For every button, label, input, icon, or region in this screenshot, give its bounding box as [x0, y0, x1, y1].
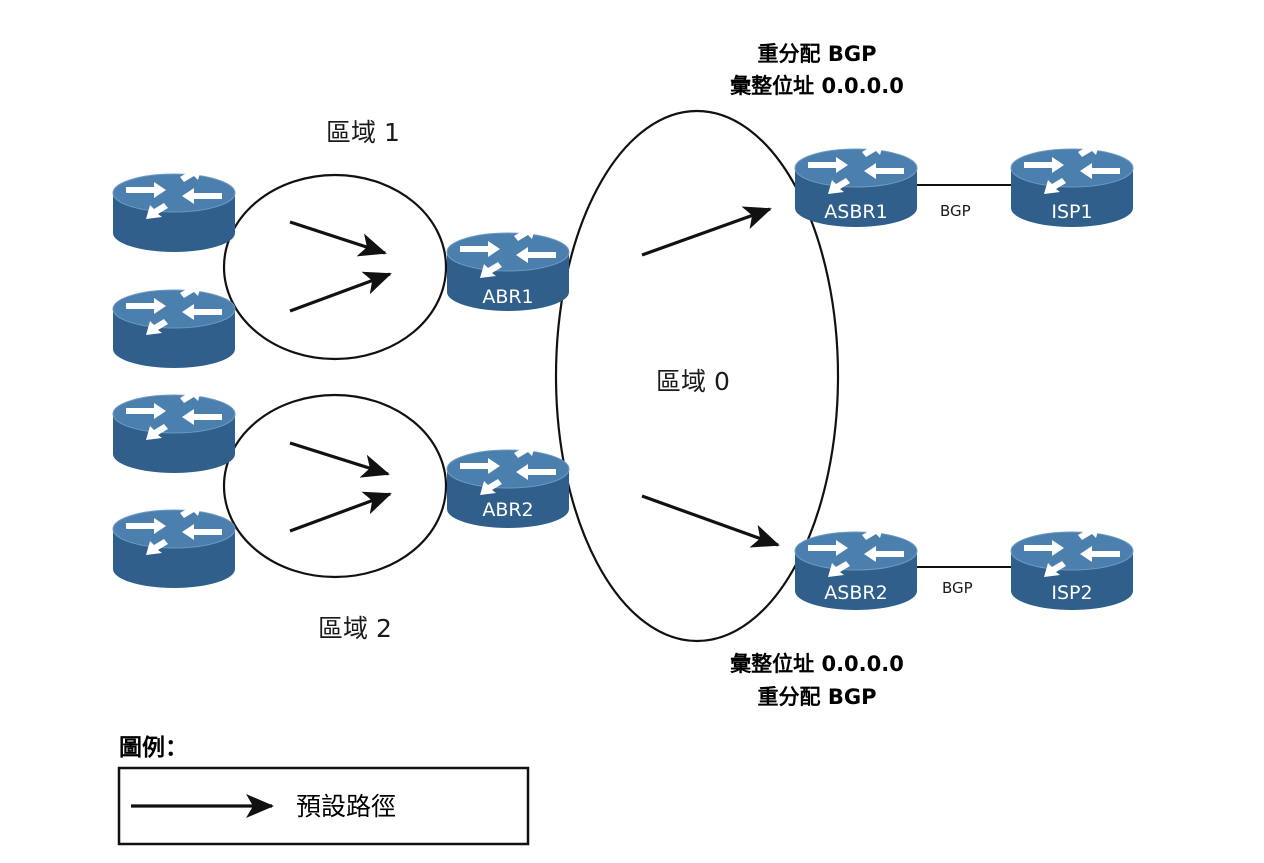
default-route-arrow	[289, 220, 387, 257]
abr1-router: ABR1	[446, 224, 570, 312]
bgp-label-bottom: BGP	[942, 579, 973, 597]
bgp-label-top: BGP	[940, 202, 971, 220]
note-bottom-summary: 彙整位址 0.0.0.0	[729, 652, 904, 676]
default-route-arrow	[641, 206, 772, 257]
default-route-arrow	[641, 494, 780, 548]
isp1-router: ISP1	[1010, 140, 1134, 228]
area2-boundary	[222, 393, 448, 579]
router-icon	[112, 281, 236, 369]
area1-boundary	[222, 173, 448, 361]
asbr2-label: ASBR2	[824, 582, 887, 604]
asbr2-router: ASBR2	[794, 523, 918, 611]
area0-label: 區域 0	[656, 367, 730, 396]
note-bottom-redistribute: 重分配 BGP	[758, 685, 877, 709]
abr2-label: ABR2	[482, 499, 533, 521]
abr1-label: ABR1	[482, 286, 533, 308]
default-route-arrow	[289, 441, 390, 478]
router-icon	[112, 165, 236, 253]
area1-label: 區域 1	[326, 118, 400, 147]
router-icon	[112, 501, 236, 589]
isp1-label: ISP1	[1051, 201, 1092, 223]
legend-default-route-label: 預設路徑	[296, 792, 396, 821]
default-route-arrow	[289, 271, 392, 313]
area2-label: 區域 2	[318, 614, 392, 643]
isp2-label: ISP2	[1051, 582, 1092, 604]
ospf-default-route-diagram: 區域 1 區域 2 區域 0 BGP BGP ABR1 ABR2 ASBR1 A…	[112, 42, 1134, 846]
asbr1-router: ASBR1	[794, 140, 918, 228]
asbr1-label: ASBR1	[824, 201, 887, 223]
legend-title: 圖例：	[119, 735, 188, 761]
router-icon	[112, 386, 236, 474]
isp2-router: ISP2	[1010, 523, 1134, 611]
note-top-redistribute: 重分配 BGP	[758, 42, 877, 66]
note-top-summary: 彙整位址 0.0.0.0	[729, 74, 904, 98]
abr2-router: ABR2	[446, 441, 570, 529]
default-route-arrow	[289, 491, 392, 533]
